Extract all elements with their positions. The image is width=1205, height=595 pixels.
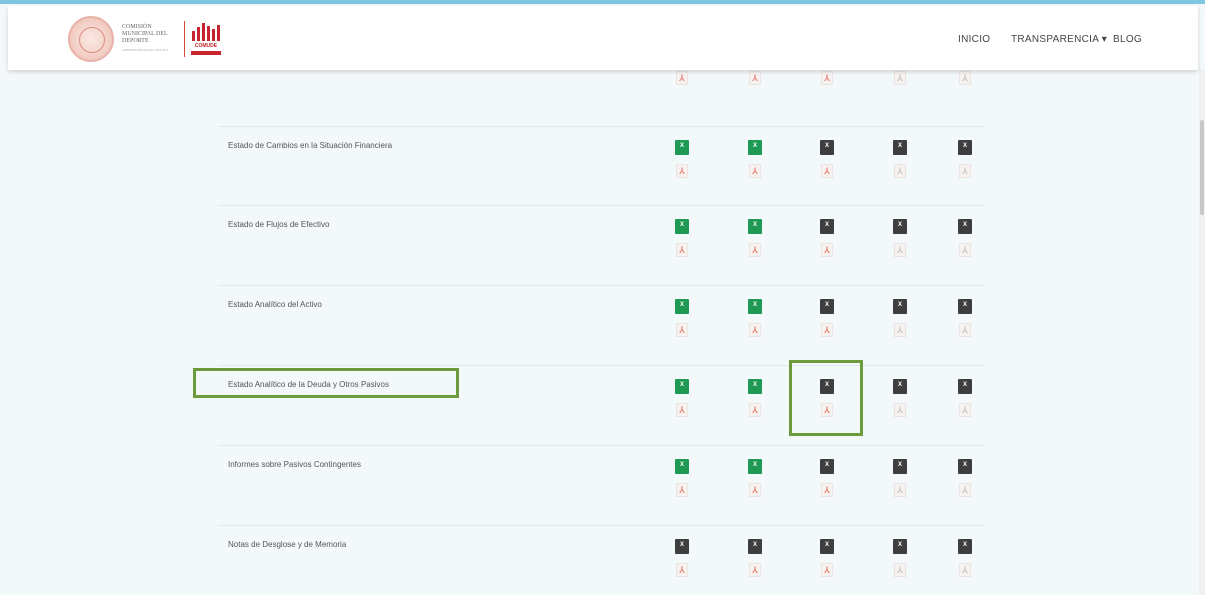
pdf-download-icon[interactable]: ⅄: [894, 323, 906, 337]
pdf-download-icon[interactable]: ⅄: [959, 403, 971, 417]
excel-download-icon[interactable]: X: [675, 219, 689, 234]
pdf-download-icon[interactable]: ⅄: [894, 164, 906, 178]
row-divider: [218, 126, 984, 127]
row-label: Estado Analítico del Activo: [228, 300, 322, 309]
pdf-download-icon[interactable]: ⅄: [821, 563, 833, 577]
logo-divider: [184, 21, 185, 57]
pdf-download-icon[interactable]: ⅄: [749, 243, 761, 257]
pdf-download-icon[interactable]: ⅄: [894, 563, 906, 577]
excel-download-icon[interactable]: X: [820, 140, 834, 155]
nav-transparencia[interactable]: TRANSPARENCIA ▾: [1011, 34, 1107, 45]
excel-download-icon[interactable]: X: [748, 140, 762, 155]
pdf-download-icon[interactable]: ⅄: [676, 71, 688, 85]
pdf-download-icon[interactable]: ⅄: [959, 164, 971, 178]
pdf-download-icon[interactable]: ⅄: [959, 243, 971, 257]
org-name: COMISIÓN MUNICIPAL DEL DEPORTE GOBIERNO …: [122, 24, 169, 52]
pdf-download-icon[interactable]: ⅄: [894, 71, 906, 85]
pdf-download-icon[interactable]: ⅄: [676, 164, 688, 178]
pdf-download-icon[interactable]: ⅄: [821, 483, 833, 497]
pdf-download-icon[interactable]: ⅄: [894, 243, 906, 257]
pdf-download-icon[interactable]: ⅄: [676, 563, 688, 577]
excel-download-icon[interactable]: X: [675, 459, 689, 474]
excel-download-icon[interactable]: X: [893, 219, 907, 234]
excel-download-icon[interactable]: X: [958, 219, 972, 234]
pdf-download-icon[interactable]: ⅄: [749, 164, 761, 178]
pdf-download-icon[interactable]: ⅄: [959, 71, 971, 85]
row-label: Informes sobre Pasivos Contingentes: [228, 460, 361, 469]
excel-download-icon[interactable]: X: [748, 459, 762, 474]
pdf-download-icon[interactable]: ⅄: [894, 483, 906, 497]
pdf-download-icon[interactable]: ⅄: [676, 323, 688, 337]
excel-download-icon[interactable]: X: [893, 379, 907, 394]
excel-download-icon[interactable]: X: [748, 539, 762, 554]
row-divider: [218, 525, 984, 526]
pdf-download-icon[interactable]: ⅄: [894, 403, 906, 417]
excel-download-icon[interactable]: X: [820, 459, 834, 474]
excel-download-icon[interactable]: X: [958, 140, 972, 155]
site-header: COMISIÓN MUNICIPAL DEL DEPORTE GOBIERNO …: [8, 6, 1198, 70]
highlight-download-cell: [789, 360, 863, 436]
excel-download-icon[interactable]: X: [958, 459, 972, 474]
top-accent-line: [0, 0, 1205, 4]
pdf-download-icon[interactable]: ⅄: [749, 563, 761, 577]
row-label: Estado de Cambios en la Situación Financ…: [228, 141, 393, 150]
pdf-download-icon[interactable]: ⅄: [959, 323, 971, 337]
row-divider: [218, 205, 984, 206]
row-divider: [218, 285, 984, 286]
municipal-seal-icon: [68, 16, 114, 62]
comude-logo: COMUDE: [191, 23, 221, 55]
row-divider: [218, 365, 984, 366]
row-label: Estado de Flujos de Efectivo: [228, 220, 330, 229]
pdf-download-icon[interactable]: ⅄: [676, 243, 688, 257]
excel-download-icon[interactable]: X: [675, 539, 689, 554]
pdf-download-icon[interactable]: ⅄: [749, 483, 761, 497]
excel-download-icon[interactable]: X: [893, 140, 907, 155]
scrollbar-thumb[interactable]: [1200, 120, 1204, 215]
pdf-download-icon[interactable]: ⅄: [749, 403, 761, 417]
pdf-download-icon[interactable]: ⅄: [959, 563, 971, 577]
pdf-download-icon[interactable]: ⅄: [749, 323, 761, 337]
pdf-download-icon[interactable]: ⅄: [959, 483, 971, 497]
excel-download-icon[interactable]: X: [893, 299, 907, 314]
pdf-download-icon[interactable]: ⅄: [676, 403, 688, 417]
pdf-download-icon[interactable]: ⅄: [821, 243, 833, 257]
excel-download-icon[interactable]: X: [958, 539, 972, 554]
excel-download-icon[interactable]: X: [675, 140, 689, 155]
pdf-download-icon[interactable]: ⅄: [749, 71, 761, 85]
pdf-download-icon[interactable]: ⅄: [676, 483, 688, 497]
nav-inicio[interactable]: INICIO: [958, 34, 990, 45]
excel-download-icon[interactable]: X: [820, 219, 834, 234]
excel-download-icon[interactable]: X: [958, 379, 972, 394]
excel-download-icon[interactable]: X: [893, 459, 907, 474]
excel-download-icon[interactable]: X: [958, 299, 972, 314]
excel-download-icon[interactable]: X: [748, 219, 762, 234]
excel-download-icon[interactable]: X: [748, 379, 762, 394]
excel-download-icon[interactable]: X: [893, 539, 907, 554]
row-label: Notas de Desglose y de Memoria: [228, 540, 347, 549]
excel-download-icon[interactable]: X: [748, 299, 762, 314]
highlight-row-label: [193, 368, 459, 398]
pdf-download-icon[interactable]: ⅄: [821, 323, 833, 337]
site-logo[interactable]: COMISIÓN MUNICIPAL DEL DEPORTE GOBIERNO …: [68, 16, 221, 62]
excel-download-icon[interactable]: X: [675, 299, 689, 314]
comude-bars-icon: [192, 23, 220, 41]
scrollbar[interactable]: [1199, 70, 1205, 595]
row-divider: [218, 445, 984, 446]
excel-download-icon[interactable]: X: [820, 299, 834, 314]
excel-download-icon[interactable]: X: [820, 539, 834, 554]
nav-blog[interactable]: BLOG: [1113, 34, 1142, 45]
pdf-download-icon[interactable]: ⅄: [821, 71, 833, 85]
pdf-download-icon[interactable]: ⅄: [821, 164, 833, 178]
excel-download-icon[interactable]: X: [675, 379, 689, 394]
